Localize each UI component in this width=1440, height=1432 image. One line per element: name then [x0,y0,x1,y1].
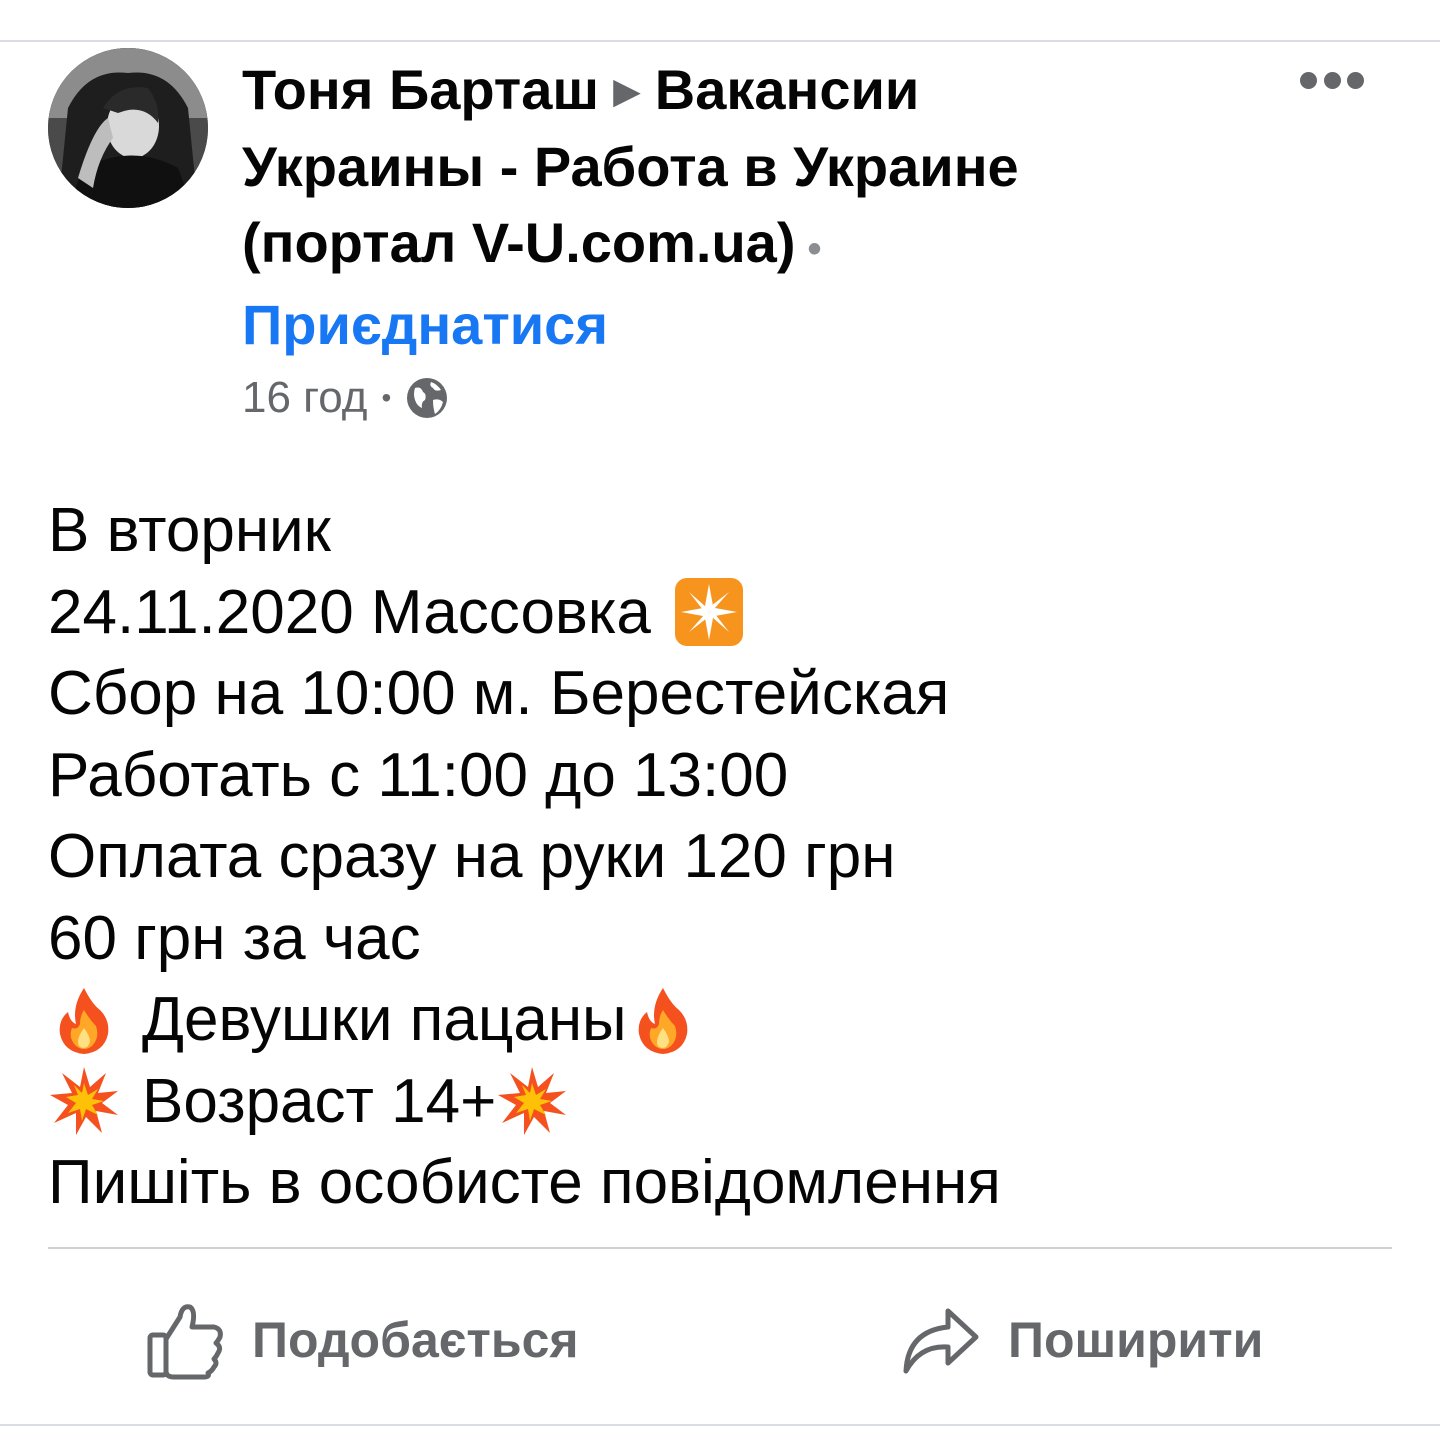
bottom-border [0,1424,1440,1426]
separator-dot: • [381,382,392,413]
more-options-button[interactable] [1292,58,1372,102]
post-line: Девушки пацаны [48,979,1398,1061]
fire-icon [48,984,120,1056]
divider [48,1247,1392,1249]
share-button[interactable]: Поширити [898,1290,1263,1390]
post-body: В вторник 24.11.2020 Массовка Сбор на 10… [48,490,1398,1224]
share-arrow-icon [903,1308,979,1374]
author-name[interactable]: Тоня Барташ [242,58,599,121]
like-label: Подобається [252,1312,579,1368]
collision-icon [496,1065,568,1137]
post-line: Работать с 11:00 до 13:00 [48,740,789,810]
globe-icon [407,378,448,418]
fire-icon [627,984,699,1056]
avatar[interactable] [48,48,208,208]
post-line: Сбор на 10:00 м. Берестейская [48,659,950,728]
separator-dot: • [807,227,822,271]
post-card: Тоня Барташ ▶ Вакансии Украины - Работа в … [0,0,1440,1432]
avatar-photo [48,48,208,208]
post-line: В вторник [48,496,331,565]
post-line: 24.11.2020 Массовка [48,572,1398,654]
post-line: Пишіть в особисте повідомлення [48,1148,1001,1217]
post-header: Тоня Барташ ▶ Вакансии Украины - Работа в … [242,52,1142,363]
top-border [0,40,1440,42]
post-line: Оплата сразу на руки 120 грн [48,822,896,891]
like-button[interactable]: Подобається [142,1290,579,1390]
triangle-right-icon: ▶ [613,70,641,111]
share-label: Поширити [1008,1312,1264,1368]
eight-pointed-star-icon [673,576,745,648]
post-line: 60 грн за час [48,903,421,973]
more-options-icon [1300,71,1317,89]
post-time[interactable]: 16 год [242,373,367,423]
thumbs-up-icon [147,1304,223,1380]
post-meta: 16 год • [242,370,451,426]
collision-icon [48,1065,120,1137]
post-line: Возраст 14+ [48,1061,1398,1143]
join-group-link[interactable]: Приєднатися [242,287,1142,363]
